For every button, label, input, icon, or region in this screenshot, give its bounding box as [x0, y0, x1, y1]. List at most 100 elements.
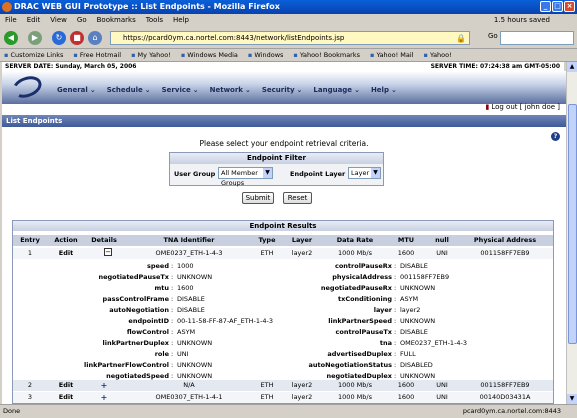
server-date: SERVER DATE: Sunday, March 05, 2006 [5, 63, 137, 70]
detail-value: UNKNOWN [177, 339, 213, 347]
window-titlebar: DRAC WEB GUI Prototype :: List Endpoints… [0, 0, 577, 14]
search-input[interactable] [500, 31, 574, 45]
detail-value: layer2 [400, 306, 421, 314]
link-yahoo[interactable]: Yahoo! [424, 51, 452, 59]
maximize-button[interactable]: □ [552, 1, 563, 12]
detail-key: negotiatedPauseRx [320, 284, 392, 292]
go-button[interactable]: Go [488, 32, 498, 40]
scroll-down-icon[interactable]: ▼ [567, 394, 577, 404]
detail-colon: : [394, 262, 397, 270]
minimize-button[interactable]: _ [540, 1, 551, 12]
menu-bookmarks[interactable]: Bookmarks [97, 16, 136, 24]
detail-colon: : [171, 306, 174, 314]
detail-value: 1600 [177, 284, 194, 292]
forward-icon[interactable]: ▶ [28, 31, 42, 45]
reset-button[interactable]: Reset [283, 192, 312, 204]
submit-button[interactable]: Submit [242, 192, 274, 204]
banner: General Schedule Service Network Securit… [2, 71, 566, 104]
nav-language[interactable]: Language [313, 86, 360, 94]
detail-colon: : [171, 317, 174, 325]
scroll-thumb[interactable] [568, 104, 577, 344]
table-header: Entry Action Details TNA Identifier Type… [13, 235, 553, 246]
nav-service[interactable]: Service [162, 86, 199, 94]
detail-key: linkPartnerSpeed [328, 317, 392, 325]
edit-link[interactable]: Edit [47, 380, 85, 391]
menu-bar: File Edit View Go Bookmarks Tools Help 1.5 hou… [0, 14, 577, 27]
col-layer: Layer [291, 236, 313, 244]
cell-physical: 001158FF7EB9 [480, 381, 530, 389]
cell-null: UNI [436, 381, 448, 389]
col-details: Details [91, 236, 117, 244]
link-customize[interactable]: Customize Links [4, 51, 63, 59]
menu-view[interactable]: View [50, 16, 67, 24]
col-entry: Entry [20, 236, 40, 244]
detail-key: speed [147, 262, 169, 270]
status-host: pcard0ym.ca.nortel.com:8443 [462, 407, 561, 415]
section-title: List Endpoints [2, 115, 566, 127]
close-button[interactable]: × [564, 1, 575, 12]
cell-mtu: 1600 [397, 393, 415, 401]
nav-schedule[interactable]: Schedule [107, 86, 151, 94]
url-field[interactable]: https://pcard0ym.ca.nortel.com:8443/netw… [110, 31, 470, 45]
detail-value: DISABLE [400, 328, 428, 336]
scroll-up-icon[interactable]: ▲ [567, 62, 577, 72]
edit-link[interactable]: Edit [47, 392, 85, 403]
endpoint-layer-select[interactable]: Layer 2 ▼ [348, 167, 381, 179]
detail-key: negotiatedPauseTx [98, 273, 169, 281]
detail-value: 001158FF7EB9 [400, 273, 450, 281]
link-windows-media[interactable]: Windows Media [181, 51, 238, 59]
back-icon[interactable]: ◀ [4, 31, 18, 45]
filter-title: Endpoint Filter [170, 153, 383, 164]
menu-tools[interactable]: Tools [146, 16, 163, 24]
link-yahoo-bookmarks[interactable]: Yahoo! Bookmarks [293, 51, 360, 59]
link-yahoo-mail[interactable]: Yahoo! Mail [370, 51, 414, 59]
expand-icon[interactable]: + [85, 392, 123, 403]
endpoint-filter: Endpoint Filter User Group All Member Gr… [169, 152, 384, 187]
page-content: General Schedule Service Network Securit… [2, 71, 566, 404]
detail-value: ASYM [400, 295, 419, 303]
link-windows[interactable]: Windows [248, 51, 284, 59]
nav-network[interactable]: Network [210, 86, 251, 94]
endpoint-details: speed:1000 negotiatedPauseTx: UNKNOWN mtu:1… [13, 261, 553, 389]
detail-colon: : [171, 284, 174, 292]
edit-link[interactable]: Edit [47, 248, 85, 259]
link-my-yahoo[interactable]: My Yahoo! [131, 51, 171, 59]
logout-label: Log out [ john doe ] [491, 103, 560, 111]
main-nav: General Schedule Service Network Securit… [57, 86, 397, 94]
logout-icon: ▮ [485, 103, 490, 111]
expand-icon[interactable]: + [85, 380, 123, 391]
menu-go[interactable]: Go [77, 16, 87, 24]
endpoint-layer-label: Endpoint Layer [290, 170, 346, 178]
endpoint-results: Endpoint Results Entry Action Details TN… [12, 220, 554, 404]
detail-colon: : [394, 317, 397, 325]
menu-file[interactable]: File [5, 16, 17, 24]
detail-key: linkPartnerDuplex [102, 339, 169, 347]
col-type: Type [258, 236, 276, 244]
cell-layer: layer2 [291, 249, 313, 257]
stop-icon[interactable]: ■ [70, 31, 84, 45]
detail-value: UNKNOWN [400, 317, 436, 325]
logout-link[interactable]: ▮ Log out [ john doe ] [485, 103, 560, 111]
user-group-select[interactable]: All Member Groups ▼ [218, 167, 273, 187]
col-tna: TNA Identifier [163, 236, 215, 244]
detail-colon: : [171, 350, 174, 358]
reload-icon[interactable]: ↻ [52, 31, 66, 45]
home-icon[interactable]: ⌂ [88, 31, 102, 45]
status-text: Done [3, 407, 21, 415]
detail-colon: : [171, 262, 174, 270]
nav-security[interactable]: Security [262, 86, 303, 94]
link-hotmail[interactable]: Free Hotmail [73, 51, 121, 59]
cell-entry: 2 [27, 381, 33, 389]
nav-help[interactable]: Help [371, 86, 397, 94]
menu-edit[interactable]: Edit [27, 16, 41, 24]
vertical-scrollbar[interactable]: ▲ ▼ [566, 62, 577, 404]
window-title: DRAC WEB GUI Prototype :: List Endpoints… [14, 2, 280, 11]
detail-value: OME0237_ETH-1-4-3 [400, 339, 468, 347]
detail-colon: : [171, 339, 174, 347]
detail-colon: : [394, 306, 397, 314]
table-row: 2 Edit + N/A ETH layer2 1000 Mb/s 1600 U… [13, 380, 553, 391]
nav-general[interactable]: General [57, 86, 96, 94]
menu-help[interactable]: Help [173, 16, 189, 24]
detail-value: UNKNOWN [400, 284, 436, 292]
instruction-text: Please select your endpoint retrieval cr… [199, 139, 369, 148]
